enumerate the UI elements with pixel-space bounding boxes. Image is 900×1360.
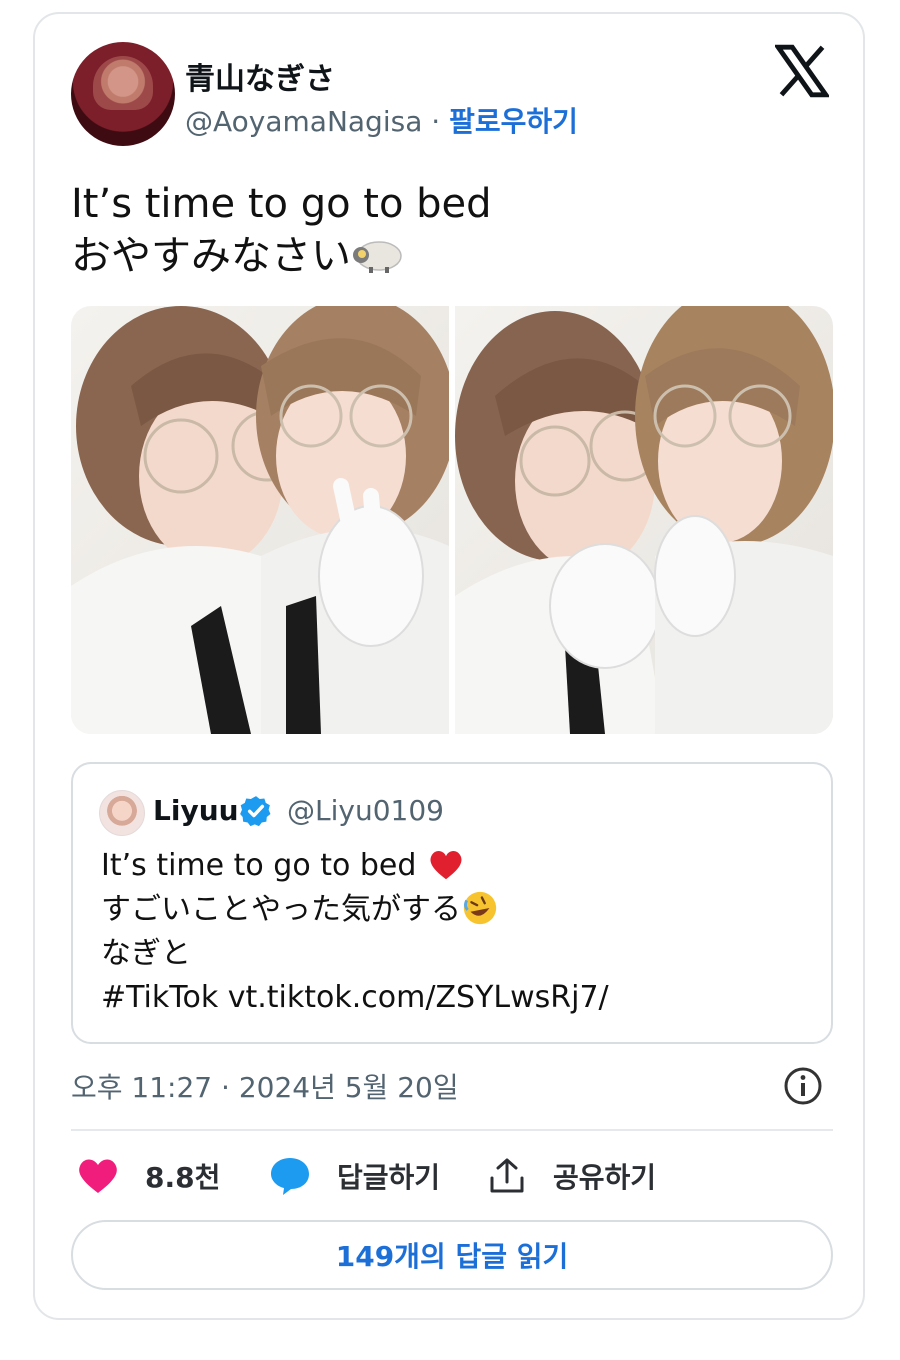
heart-icon xyxy=(79,1159,117,1193)
x-logo-icon[interactable] xyxy=(775,44,829,98)
photo-1[interactable] xyxy=(71,306,449,734)
author-handle-row: @AoyamaNagisa · 팔로우하기 xyxy=(185,100,578,140)
quoted-author-handle: @Liyu0109 xyxy=(287,794,444,827)
quoted-author-name: Liyuu xyxy=(153,794,239,827)
divider xyxy=(71,1129,833,1131)
follow-button[interactable]: 팔로우하기 xyxy=(449,105,578,138)
photo-2[interactable] xyxy=(455,306,833,734)
reply-bubble-icon xyxy=(271,1158,309,1195)
verified-badge-icon xyxy=(240,796,271,827)
tweet-line: おやすみなさい xyxy=(71,233,351,279)
quoted-line: すごいことやった気がする xyxy=(101,892,461,927)
tweet-line-with-emoji: おやすみなさい xyxy=(71,230,492,282)
tweet-timestamp[interactable]: 오후 11:27 · 2024년 5월 20일 xyxy=(71,1066,459,1106)
handle-separator: · xyxy=(422,105,450,138)
photo-grid xyxy=(71,306,833,734)
reply-label: 답글하기 xyxy=(337,1161,441,1194)
author-avatar[interactable] xyxy=(71,42,175,146)
tweet-text: It’s time to go to bed おやすみなさい xyxy=(71,178,492,282)
quoted-avatar xyxy=(99,790,145,836)
red-heart-emoji-icon xyxy=(430,850,462,880)
info-icon[interactable] xyxy=(783,1066,823,1106)
tweet-card: 青山なぎさ @AoyamaNagisa · 팔로우하기 It’s time to… xyxy=(33,12,865,1320)
tweet-line: It’s time to go to bed xyxy=(71,181,492,227)
share-label: 공유하기 xyxy=(553,1161,657,1194)
share-icon xyxy=(490,1158,524,1193)
quoted-line-with-emoji: すごいことやった気がする xyxy=(101,888,609,932)
quoted-text: It’s time to go to bed すごいことやった気がする なぎと … xyxy=(101,844,609,1020)
rofl-emoji-icon xyxy=(463,891,497,925)
quoted-link-line[interactable]: #TikTok vt.tiktok.com/ZSYLwsRj7/ xyxy=(101,976,609,1020)
read-replies-button[interactable]: 149개의 답글 읽기 xyxy=(71,1220,833,1290)
quoted-tweet[interactable]: Liyuu @Liyu0109 It’s time to go to bed す… xyxy=(71,762,833,1044)
author-handle[interactable]: @AoyamaNagisa xyxy=(185,105,422,138)
share-button[interactable]: 공유하기 xyxy=(487,1146,656,1206)
sheep-emoji-icon xyxy=(351,234,403,273)
reply-button[interactable]: 답글하기 xyxy=(269,1146,440,1206)
quoted-line: It’s time to go to bed xyxy=(101,848,417,883)
like-count: 8.8천 xyxy=(145,1161,221,1194)
quoted-line: なぎと xyxy=(101,936,191,971)
action-bar: 8.8천 답글하기 공유하기 xyxy=(71,1146,833,1206)
author-name[interactable]: 青山なぎさ xyxy=(185,54,335,98)
like-button[interactable]: 8.8천 xyxy=(77,1146,220,1206)
quoted-line-with-emoji: It’s time to go to bed xyxy=(101,844,609,888)
